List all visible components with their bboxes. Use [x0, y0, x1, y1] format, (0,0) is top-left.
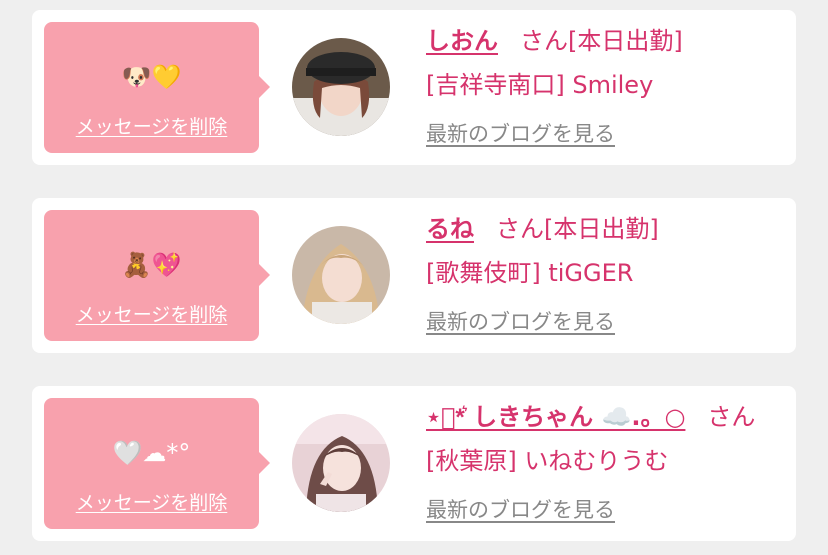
latest-blog-link[interactable]: 最新のブログを見る: [426, 494, 615, 524]
delete-message-link[interactable]: メッセージを削除: [44, 488, 259, 515]
attendance-status: さん[本日出勤]: [496, 215, 659, 243]
stamp-emoji: 🐶💛: [121, 63, 182, 91]
avatar[interactable]: [292, 414, 390, 512]
message-card: 🐶💛 メッセージを削除 しおん さん[本日出勤] [吉祥寺南口] Smiley 最…: [32, 10, 796, 165]
cast-line: ⋆͛*͛ しきちゃん ☁️.。○ さん: [426, 400, 786, 434]
cast-name-link[interactable]: ⋆͛*͛ しきちゃん ☁️.。○: [426, 403, 685, 431]
attendance-status: さん: [707, 403, 756, 431]
avatar[interactable]: [292, 226, 390, 324]
message-bubble: 🧸💖 メッセージを削除: [44, 210, 270, 341]
shop-name: [秋葉原] いねむりうむ: [426, 447, 669, 475]
message-bubble: 🤍☁*° メッセージを削除: [44, 398, 270, 529]
delete-message-link[interactable]: メッセージを削除: [44, 112, 259, 139]
latest-blog-link[interactable]: 最新のブログを見る: [426, 306, 615, 336]
shop-name: [歌舞伎町] tiGGER: [426, 259, 634, 287]
cast-info: しおん さん[本日出勤] [吉祥寺南口] Smiley: [426, 24, 786, 102]
stamp-emoji: 🤍☁*°: [112, 439, 191, 467]
cast-name-link[interactable]: るね: [426, 215, 474, 243]
message-card: 🤍☁*° メッセージを削除 ⋆͛*͛ しきちゃん ☁️.。○ さん [秋葉原] い…: [32, 386, 796, 541]
shop-name: [吉祥寺南口] Smiley: [426, 71, 654, 99]
stamp-emoji: 🧸💖: [121, 251, 182, 279]
latest-blog-link[interactable]: 最新のブログを見る: [426, 118, 615, 148]
cast-info: るね さん[本日出勤] [歌舞伎町] tiGGER: [426, 212, 786, 290]
message-bubble: 🐶💛 メッセージを削除: [44, 22, 270, 153]
message-card: 🧸💖 メッセージを削除 るね さん[本日出勤] [歌舞伎町] tiGGER 最新の…: [32, 198, 796, 353]
cast-line: るね さん[本日出勤]: [426, 212, 786, 246]
delete-message-link[interactable]: メッセージを削除: [44, 300, 259, 327]
avatar[interactable]: [292, 38, 390, 136]
cast-name-link[interactable]: しおん: [426, 27, 498, 55]
cast-line: しおん さん[本日出勤]: [426, 24, 786, 58]
attendance-status: さん[本日出勤]: [520, 27, 683, 55]
cast-info: ⋆͛*͛ しきちゃん ☁️.。○ さん [秋葉原] いねむりうむ: [426, 400, 786, 478]
